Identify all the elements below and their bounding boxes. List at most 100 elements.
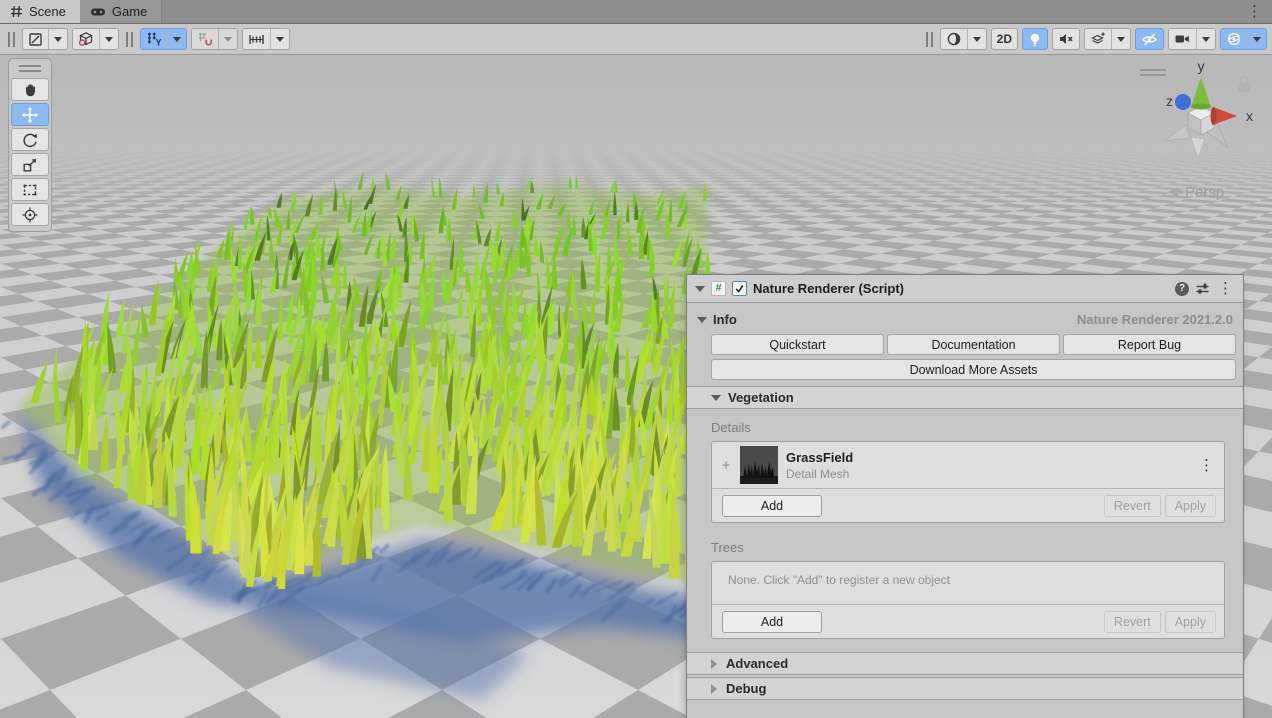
detail-item-text: GrassField Detail Mesh [786, 450, 1191, 481]
advanced-foldout[interactable]: Advanced [687, 652, 1243, 675]
component-enabled-checkbox[interactable] [732, 281, 747, 296]
details-footer: Add Revert Apply [712, 489, 1224, 522]
shading-mode-dropdown[interactable] [940, 28, 987, 50]
trees-empty-message: None. Click "Add" to register a new obje… [712, 562, 1224, 605]
trees-add-button[interactable]: Add [722, 611, 822, 633]
details-add-button[interactable]: Add [722, 495, 822, 517]
tools-overlay-handle[interactable] [19, 65, 41, 72]
scene-visibility-button[interactable] [1135, 28, 1164, 50]
orientation-gizmo[interactable]: y x z Persp [1138, 59, 1268, 209]
overlay-drag-handle-3[interactable] [926, 32, 933, 47]
axis-neg-x-cone [1164, 125, 1190, 141]
move-tool[interactable] [11, 103, 49, 126]
lightbulb-icon [1028, 32, 1042, 47]
gizmos-caret [1247, 29, 1266, 49]
download-more-assets-button[interactable]: Download More Assets [711, 359, 1236, 380]
scene-grid-icon [10, 5, 23, 18]
gizmos-control[interactable] [1220, 28, 1267, 50]
scene-view-controls: 2D [923, 28, 1267, 50]
presets-icon[interactable] [1195, 282, 1210, 296]
projection-label: Persp [1185, 184, 1224, 201]
component-body: Info Nature Renderer 2021.2.0 Quickstart… [687, 303, 1243, 704]
debug-foldout[interactable]: Debug [687, 677, 1243, 700]
details-revert-button[interactable]: Revert [1104, 495, 1161, 517]
axis-neg-y-cone [1191, 137, 1205, 159]
scene-lighting-button[interactable] [1022, 28, 1048, 50]
drag-plus-handle[interactable]: + [720, 457, 732, 474]
draw-mode-caret [48, 29, 67, 49]
tab-scene[interactable]: Scene [0, 0, 80, 23]
axis-x-label: x [1246, 108, 1253, 124]
grid-snap-icon [192, 29, 218, 49]
grass-thumbnail [740, 446, 778, 484]
overlay-drag-handle-2[interactable] [126, 32, 133, 47]
camera-caret [1196, 29, 1215, 49]
transform-icon [21, 206, 39, 224]
transform-tool[interactable] [11, 203, 49, 226]
trees-revert-button[interactable]: Revert [1104, 611, 1161, 633]
gamepad-icon [90, 6, 106, 18]
info-foldout[interactable]: Info Nature Renderer 2021.2.0 [687, 303, 1243, 327]
report-bug-button[interactable]: Report Bug [1063, 334, 1236, 355]
audio-mute-button[interactable] [1052, 28, 1080, 50]
quickstart-button[interactable]: Quickstart [711, 334, 884, 355]
advanced-label: Advanced [726, 656, 788, 671]
debug-foldout-icon[interactable] [711, 684, 717, 694]
detail-item-name: GrassField [786, 450, 1191, 465]
detail-item-kebab-icon[interactable]: ⋮ [1199, 458, 1214, 473]
details-apply-button[interactable]: Apply [1165, 495, 1216, 517]
grid-snap-control[interactable] [191, 28, 238, 50]
eye-slash-icon [1141, 32, 1158, 47]
scale-tool[interactable] [11, 153, 49, 176]
effects-caret [1111, 29, 1130, 49]
trees-footer: Add Revert Apply [712, 605, 1224, 638]
draw-mode-dropdown[interactable] [22, 28, 68, 50]
component-title: Nature Renderer (Script) [753, 281, 1169, 296]
gizmo-overlay-handle [1140, 69, 1166, 76]
component-kebab-menu-icon[interactable]: ⋮ [1216, 281, 1235, 296]
vegetation-label: Vegetation [728, 390, 794, 405]
shading-mode-icon [941, 29, 967, 49]
tab-scene-label: Scene [29, 4, 66, 19]
rotate-icon [21, 131, 39, 149]
rotate-tool[interactable] [11, 128, 49, 151]
component-foldout-icon[interactable] [695, 286, 705, 292]
tab-game-label: Game [112, 4, 147, 19]
vegetation-foldout-icon[interactable] [711, 395, 721, 401]
trees-label: Trees [711, 540, 1225, 555]
info-label: Info [713, 312, 737, 327]
camera-dropdown[interactable] [1168, 28, 1216, 50]
component-header[interactable]: # Nature Renderer (Script) ? ⋮ [687, 275, 1243, 303]
scene-viewport[interactable]: y x z Persp # Nature Renderer (Script) ? [0, 55, 1272, 718]
detail-list-item[interactable]: + GrassField Detail Mesh ⋮ [712, 442, 1224, 489]
help-icon[interactable]: ? [1175, 282, 1189, 296]
trees-apply-button[interactable]: Apply [1165, 611, 1216, 633]
cube-picking-icon [73, 29, 99, 49]
grid-visibility-control[interactable]: Y [140, 28, 187, 50]
overlay-drag-handle[interactable] [8, 32, 15, 47]
info-buttons: Quickstart Documentation Report Bug [711, 334, 1236, 355]
tabbar-spacer [162, 0, 1237, 23]
view-hand-tool[interactable] [11, 78, 49, 101]
tabbar-kebab-menu-icon[interactable]: ⋮ [1237, 0, 1272, 23]
rect-icon [21, 181, 39, 199]
rect-tool[interactable] [11, 178, 49, 201]
scene-picking-dropdown[interactable] [72, 28, 119, 50]
vegetation-foldout[interactable]: Vegetation [687, 386, 1243, 409]
effects-dropdown[interactable] [1084, 28, 1131, 50]
trees-list: None. Click "Add" to register a new obje… [711, 561, 1225, 639]
details-label: Details [711, 420, 1225, 435]
tab-game[interactable]: Game [80, 0, 162, 23]
2d-toggle-button[interactable]: 2D [991, 28, 1018, 50]
move-icon [21, 106, 39, 124]
measure-control[interactable] [242, 28, 290, 50]
grid-snap-caret [218, 29, 237, 49]
camera-icon [1169, 29, 1196, 49]
info-foldout-icon[interactable] [697, 317, 707, 323]
vegetation-section: Details + GrassField Detail Mesh ⋮ [687, 420, 1243, 639]
documentation-button[interactable]: Documentation [887, 334, 1060, 355]
advanced-foldout-icon[interactable] [711, 659, 717, 669]
tab-bar: Scene Game ⋮ [0, 0, 1272, 24]
axis-z-ball [1175, 94, 1191, 110]
grid-visibility-caret [167, 29, 186, 49]
